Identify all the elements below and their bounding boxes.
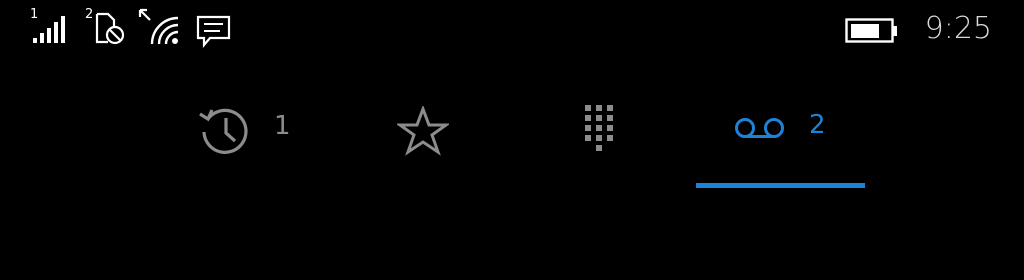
status-bar: 1 2 9:25 <box>0 0 1024 60</box>
history-count: 1 <box>274 111 291 141</box>
selected-tab-indicator <box>696 183 865 188</box>
message-icon <box>196 15 231 48</box>
sim-no-service-icon <box>95 12 125 45</box>
voicemail-icon <box>735 118 784 138</box>
dialpad-icon <box>585 105 613 151</box>
battery-icon <box>845 18 897 43</box>
signal-icon <box>33 16 65 43</box>
voicemail-count: 2 <box>809 110 826 140</box>
tab-favorites[interactable] <box>390 90 460 190</box>
wifi-icon <box>138 8 179 45</box>
star-icon <box>397 106 449 156</box>
clock: 9:25 <box>924 11 992 46</box>
history-icon <box>199 108 248 154</box>
tab-dialpad[interactable] <box>575 90 635 190</box>
sim2-label: 2 <box>85 7 94 22</box>
tab-history[interactable]: 1 <box>190 90 310 190</box>
tab-voicemail[interactable]: 2 <box>696 90 866 190</box>
tab-bar: 1 2 <box>0 90 1024 200</box>
